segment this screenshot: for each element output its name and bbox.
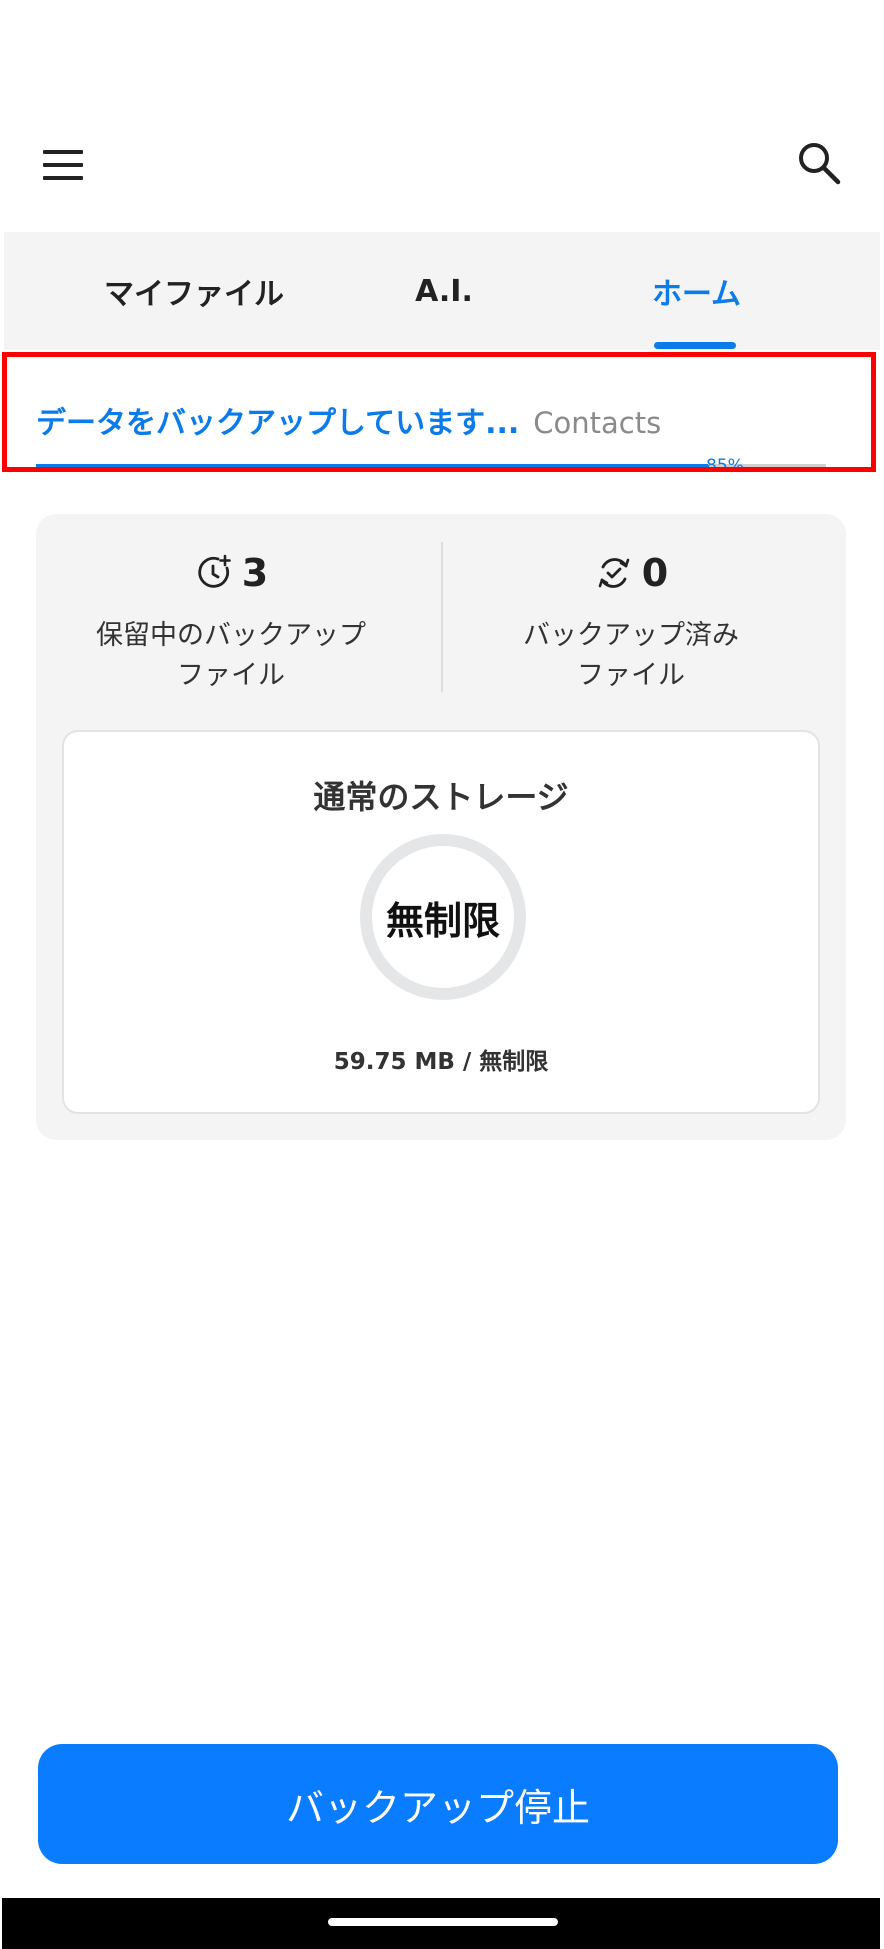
pending-clock-icon [198, 554, 231, 588]
hamburger-menu-icon [43, 150, 83, 180]
search-button[interactable] [794, 138, 844, 188]
storage-card[interactable]: 通常のストレージ 無制限 59.75 MB / 無制限 [62, 730, 820, 1114]
system-nav-bar [2, 1898, 880, 1949]
tab-bar: マイファイル A.I. ホーム [4, 232, 880, 350]
pending-backup-label: 保留中のバックアップ ファイル [96, 620, 366, 691]
backup-stats-card: 3 保留中のバックアップ ファイル 0 バックアップ済み ファイル 通常のストレ… [36, 514, 846, 1140]
tab-home[interactable]: ホーム [574, 232, 819, 350]
storage-ring: 無制限 [360, 834, 526, 1000]
completed-backup-count: 0 [641, 551, 669, 595]
active-tab-indicator [654, 342, 736, 349]
search-icon [799, 143, 841, 185]
completed-backup-label: バックアップ済み ファイル [523, 620, 739, 691]
storage-usage: 59.75 MB / 無制限 [333, 1049, 549, 1075]
storage-title: 通常のストレージ [313, 778, 569, 816]
backup-sync-icon [598, 558, 630, 588]
pending-backup-count: 3 [241, 551, 269, 595]
menu-button[interactable] [40, 142, 86, 188]
completed-backup-stat[interactable]: 0 バックアップ済み ファイル [436, 548, 826, 696]
stop-backup-button[interactable]: バックアップ停止 [38, 1744, 838, 1864]
top-app-bar [0, 120, 884, 210]
highlight-box [2, 352, 876, 472]
storage-ring-label: 無制限 [385, 898, 500, 943]
tab-ai[interactable]: A.I. [344, 232, 544, 350]
pending-backup-stat[interactable]: 3 保留中のバックアップ ファイル [36, 548, 426, 696]
tab-my-files[interactable]: マイファイル [54, 232, 334, 350]
home-gesture-handle[interactable] [328, 1918, 558, 1926]
